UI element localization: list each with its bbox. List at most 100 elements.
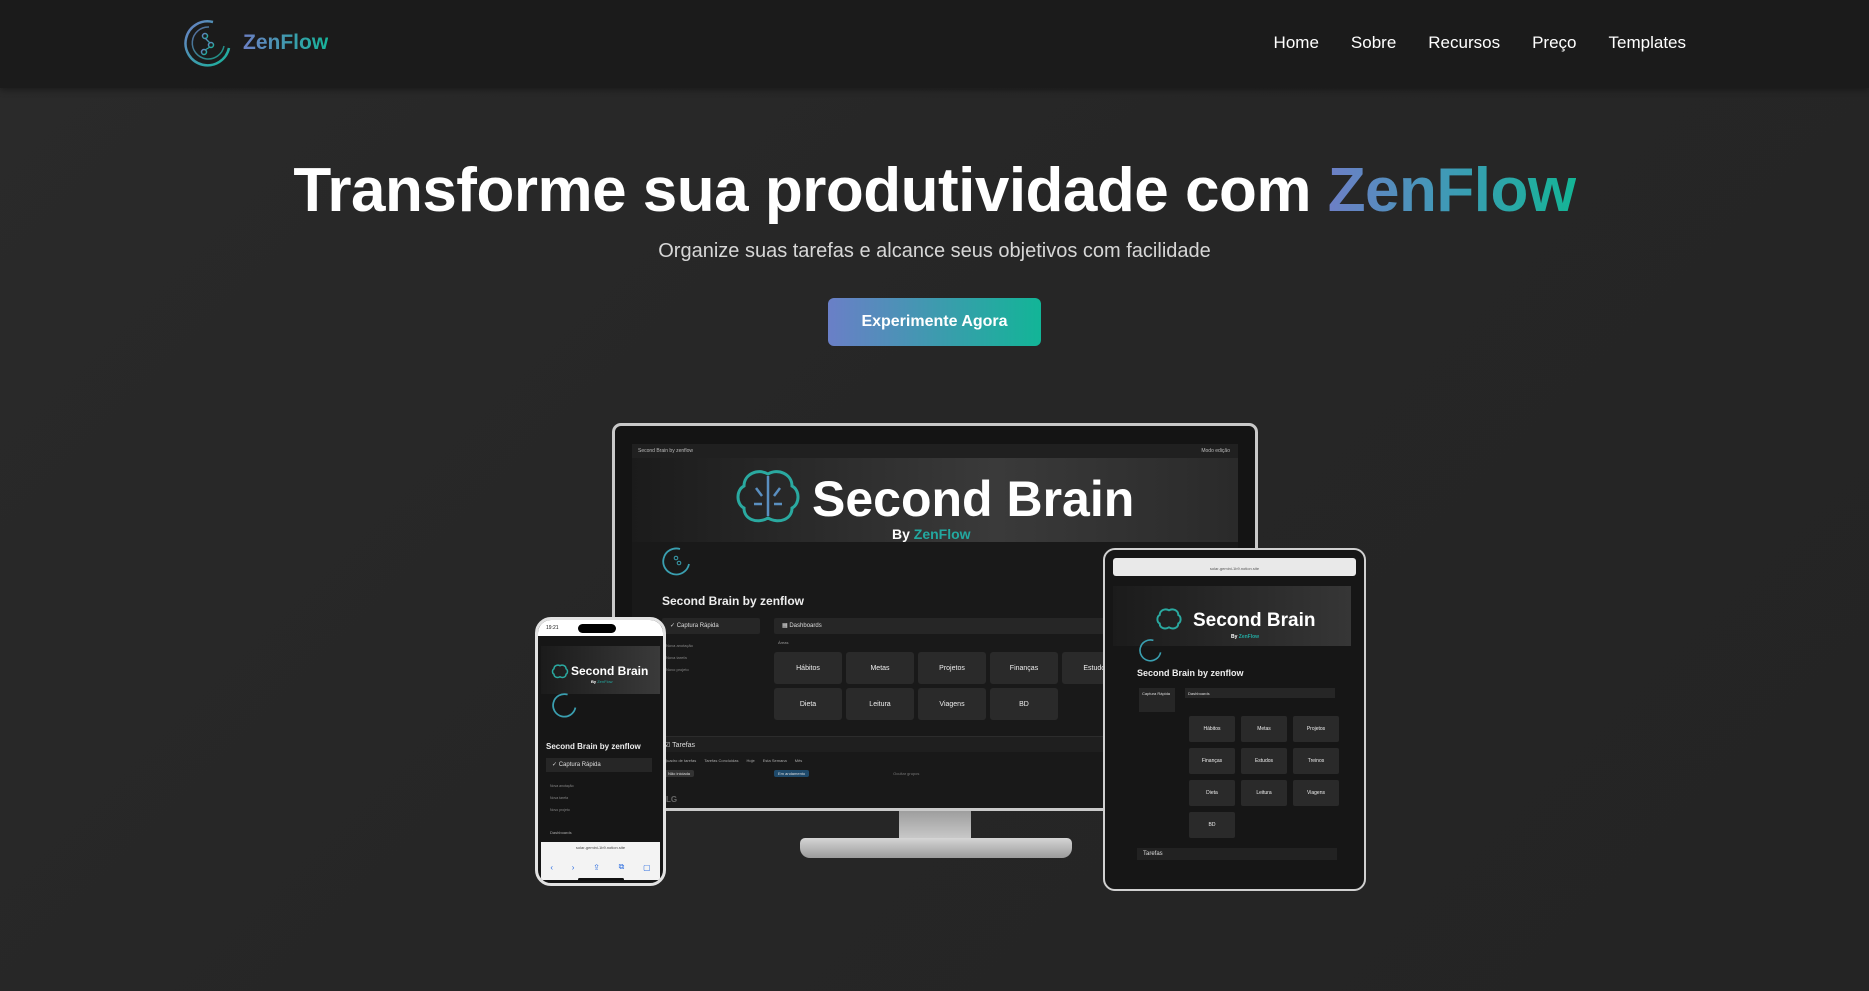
nav-recursos[interactable]: Recursos — [1428, 33, 1500, 53]
list-item[interactable]: Nova tarefa — [550, 792, 574, 804]
main-nav: Home Sobre Recursos Preço Templates — [1274, 33, 1686, 53]
phone-quick-capture[interactable]: ✓ Captura Rápida — [546, 758, 652, 772]
tablet-url-bar[interactable]: solar-gemini-1b9.notion.site — [1113, 558, 1356, 576]
nav-preco[interactable]: Preço — [1532, 33, 1576, 53]
monitor-brand-label: LG — [666, 795, 678, 804]
tab-quadro[interactable]: Quadro de tarefas — [664, 758, 696, 763]
phone-url-bar[interactable]: solar-gemini-1b9.notion.site — [541, 842, 660, 854]
tile-dieta[interactable]: Dieta — [1189, 780, 1235, 806]
tile-projetos[interactable]: Projetos — [918, 652, 986, 684]
tablet-cover-title: Second Brain — [1193, 610, 1316, 631]
tablet-tasks-header: Tarefas — [1137, 848, 1337, 860]
list-item[interactable]: Nova tarefa — [666, 652, 693, 664]
tasks-status-tags: Não iniciada Em andamento Ocultar grupos — [664, 770, 923, 777]
tabs-icon[interactable]: ▢ — [643, 863, 651, 872]
tile-leitura[interactable]: Leitura — [846, 688, 914, 720]
cover-by-prefix: By — [892, 526, 914, 542]
quick-capture-toggle[interactable]: ✓ Captura Rápida — [662, 618, 760, 634]
tile-financas[interactable]: Finanças — [1189, 748, 1235, 774]
page-logo-icon — [662, 547, 690, 576]
tile-projetos[interactable]: Projetos — [1293, 716, 1339, 742]
home-indicator — [578, 878, 624, 881]
tile-financas[interactable]: Finanças — [990, 652, 1058, 684]
phone-page-title: Second Brain by zenflow — [546, 742, 641, 751]
tile-bd[interactable]: BD — [1189, 812, 1235, 838]
forward-icon[interactable]: › — [572, 863, 575, 872]
tablet-cover-byline: By ZenFlow — [1231, 634, 1259, 640]
brand-logo[interactable]: ZenFlow — [183, 18, 328, 68]
tile-leitura[interactable]: Leitura — [1241, 780, 1287, 806]
areas-label: Áreas — [778, 640, 789, 645]
tablet-tiles: Hábitos Metas Projetos Finanças Estudos … — [1189, 716, 1339, 838]
quick-capture-label: Captura Rápida — [558, 762, 601, 768]
cover-by-brand: ZenFlow — [597, 679, 613, 684]
tablet-page-title: Second Brain by zenflow — [1137, 668, 1244, 678]
nav-home[interactable]: Home — [1274, 33, 1319, 53]
phone-status-bar: 19:21 — [538, 620, 663, 636]
cover-by-prefix: By — [1231, 634, 1239, 640]
phone-dashboards[interactable]: Dashboards — [550, 830, 572, 835]
tile-estudos[interactable]: Estudos — [1241, 748, 1287, 774]
cover-byline: By ZenFlow — [892, 526, 971, 542]
edit-mode-label: Modo edição — [1201, 448, 1230, 454]
phone-notch — [578, 624, 616, 633]
tile-dieta[interactable]: Dieta — [774, 688, 842, 720]
monitor-base — [800, 838, 1072, 858]
quick-capture-label: Captura Rápida — [676, 623, 719, 629]
cover-by-brand: ZenFlow — [913, 526, 971, 542]
navbar: ZenFlow Home Sobre Recursos Preço Templa… — [0, 0, 1869, 88]
share-icon[interactable]: ⇪ — [593, 863, 600, 872]
phone-mockup: 19:21 Second Brain By ZenFlow Second Bra… — [535, 617, 666, 886]
status-badge: Não iniciada — [664, 770, 695, 777]
quick-capture-list: Nova anotação Nova tarefa Novo projeto — [666, 640, 693, 676]
hide-groups-link[interactable]: Ocultar grupos — [889, 770, 923, 777]
tablet-dashboards[interactable]: Dashboards — [1185, 688, 1335, 698]
nav-sobre[interactable]: Sobre — [1351, 33, 1396, 53]
headline-prefix: Transforme sua produtividade com — [293, 156, 1328, 225]
cover-title: Second Brain — [812, 471, 1135, 527]
zenflow-logo-icon — [184, 20, 231, 67]
tab-mes[interactable]: Mês — [795, 758, 803, 763]
hero-subtitle: Organize suas tarefas e alcance seus obj… — [658, 240, 1211, 262]
dashboards-label: Dashboards — [789, 623, 822, 629]
phone-cover-byline: By ZenFlow — [591, 679, 613, 684]
cover-banner: Second Brain By ZenFlow — [632, 458, 1238, 542]
tile-habitos[interactable]: Hábitos — [1189, 716, 1235, 742]
phone-cover-title: Second Brain — [571, 664, 649, 678]
tab-hoje[interactable]: Hoje — [747, 758, 755, 763]
tablet-mockup: solar-gemini-1b9.notion.site Second Brai… — [1103, 548, 1366, 891]
phone-browser-toolbar: ‹ › ⇪ ⧉ ▢ — [541, 854, 660, 880]
tablet-quick-capture[interactable]: Captura Rápida — [1139, 688, 1175, 712]
nav-templates[interactable]: Templates — [1609, 33, 1686, 53]
bookmarks-icon[interactable]: ⧉ — [619, 862, 625, 872]
tab-concluidas[interactable]: Tarefas Concluídas — [704, 758, 738, 763]
phone-cover: Second Brain By ZenFlow — [541, 646, 660, 694]
tab-semana[interactable]: Esta Semana — [763, 758, 787, 763]
back-icon[interactable]: ‹ — [550, 863, 553, 872]
tile-metas[interactable]: Metas — [846, 652, 914, 684]
brain-icon — [551, 664, 569, 679]
tile-bd[interactable]: BD — [990, 688, 1058, 720]
window-title: Second Brain by zenflow — [638, 448, 694, 454]
tile-metas[interactable]: Metas — [1241, 716, 1287, 742]
list-item[interactable]: Nova anotação — [666, 640, 693, 652]
try-now-button[interactable]: Experimente Agora — [828, 298, 1041, 346]
brain-icon — [736, 470, 800, 523]
hero-headline: Transforme sua produtividade com ZenFlow — [0, 155, 1869, 226]
tile-viagens[interactable]: Viagens — [918, 688, 986, 720]
list-item[interactable]: Novo projeto — [550, 804, 574, 816]
list-item[interactable]: Novo projeto — [666, 664, 693, 676]
page-logo-icon — [552, 693, 577, 718]
tile-habitos[interactable]: Hábitos — [774, 652, 842, 684]
tile-treinos[interactable]: Treinos — [1293, 748, 1339, 774]
window-topbar: Second Brain by zenflow Modo edição — [632, 444, 1238, 458]
tablet-cover: Second Brain By ZenFlow — [1113, 586, 1351, 646]
brand-name: ZenFlow — [243, 31, 329, 54]
tile-viagens[interactable]: Viagens — [1293, 780, 1339, 806]
status-badge: Em andamento — [774, 770, 810, 777]
page-logo-icon — [1139, 639, 1162, 662]
list-item[interactable]: Nova anotação — [550, 780, 574, 792]
phone-quick-list: Nova anotação Nova tarefa Novo projeto — [550, 780, 574, 816]
tasks-tabs: Quadro de tarefas Tarefas Concluídas Hoj… — [664, 758, 802, 763]
headline-brand: ZenFlow — [1327, 156, 1576, 225]
